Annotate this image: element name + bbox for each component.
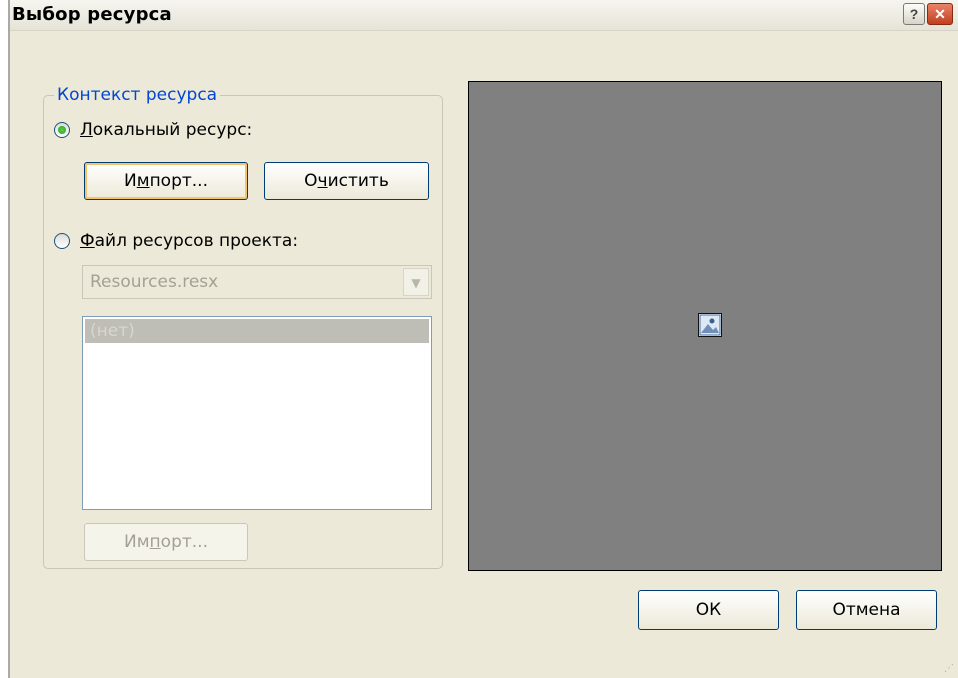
local-resource-radio[interactable] <box>54 122 70 138</box>
resource-list[interactable]: (нет) <box>82 316 432 510</box>
close-button[interactable]: ✕ <box>927 3 953 25</box>
cancel-button[interactable]: Отмена <box>796 590 937 630</box>
project-resource-label: Файл ресурсов проекта: <box>80 231 299 251</box>
local-resource-option[interactable]: Локальный ресурс: <box>54 120 252 140</box>
project-resource-option[interactable]: Файл ресурсов проекта: <box>54 231 298 251</box>
resource-file-select-value: Resources.resx <box>90 272 219 292</box>
clear-button[interactable]: Очистить <box>264 162 429 200</box>
image-preview <box>468 81 942 571</box>
resource-context-legend: Контекст ресурса <box>57 85 218 105</box>
ok-button[interactable]: ОК <box>638 590 779 630</box>
image-placeholder-icon <box>698 313 722 337</box>
title-bar[interactable]: Выбор ресурса ? ✕ <box>10 0 958 31</box>
resource-select-dialog: Выбор ресурса ? ✕ Контекст ресурса Локал… <box>8 0 958 678</box>
chevron-down-icon[interactable]: ▼ <box>403 268 429 296</box>
import-button[interactable]: Импорт... <box>84 162 248 200</box>
local-resource-label: Локальный ресурс: <box>80 120 253 140</box>
project-import-button[interactable]: Импорт... <box>84 523 248 561</box>
list-item[interactable]: (нет) <box>85 319 429 343</box>
dialog-title: Выбор ресурса <box>12 4 172 25</box>
project-resource-radio[interactable] <box>54 233 70 249</box>
help-button[interactable]: ? <box>903 3 925 25</box>
resize-grip-icon[interactable]: ⋰ <box>944 664 954 674</box>
resource-file-select[interactable]: Resources.resx ▼ <box>82 265 432 299</box>
